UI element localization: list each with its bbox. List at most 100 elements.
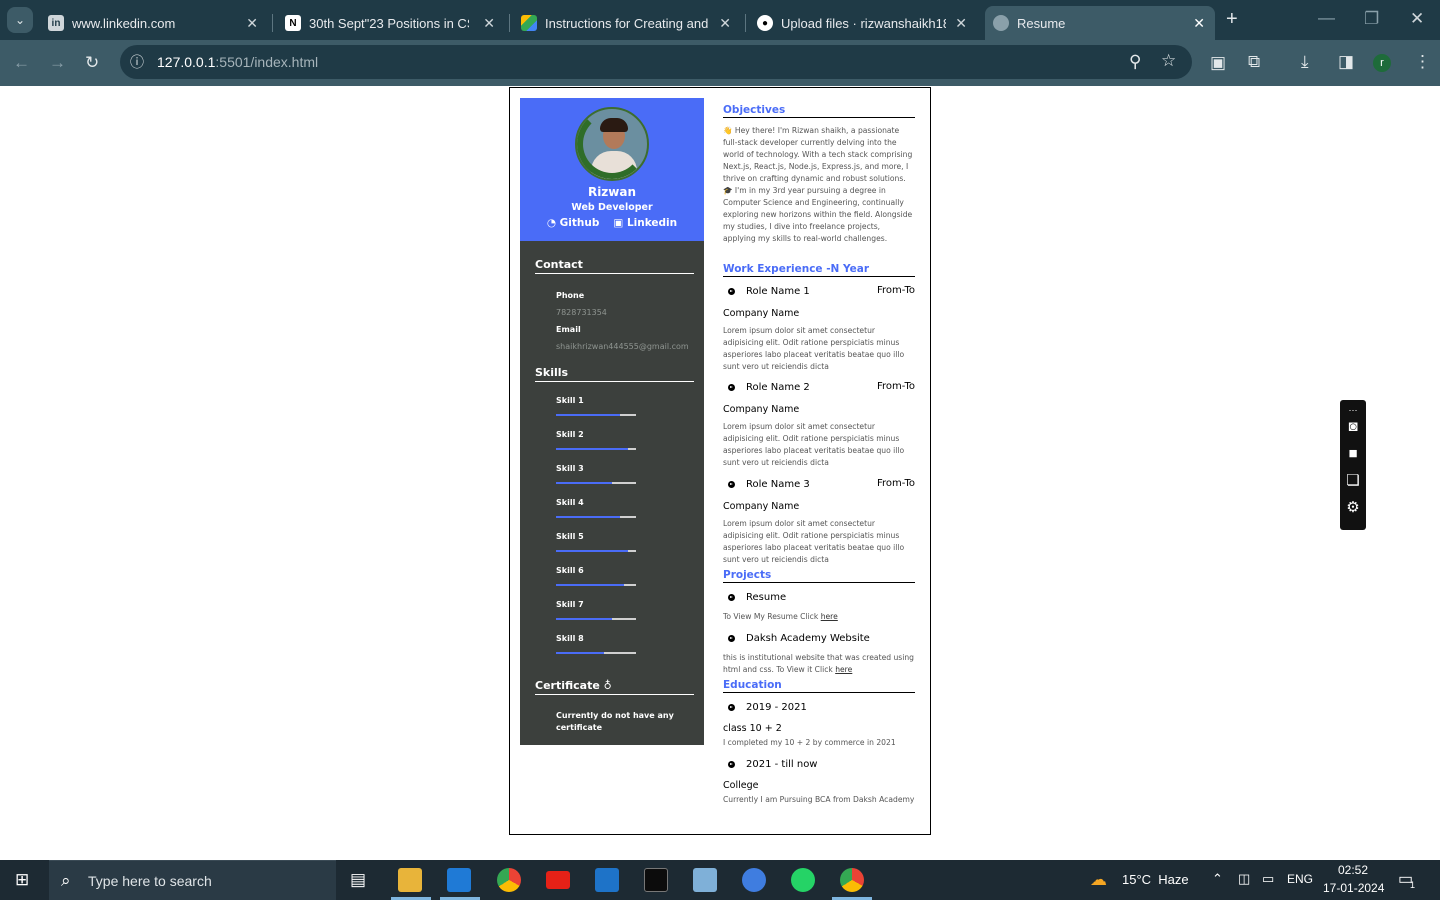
close-tab-icon[interactable]: ✕ [1193,15,1205,32]
github-icon: ◔ [546,217,557,229]
language-indicator[interactable]: ENG [1287,872,1313,886]
window-capture-icon[interactable]: ❏ [1343,471,1363,491]
forward-icon[interactable]: → [49,54,66,72]
education-years: 2019 - 2021 [746,702,807,713]
tab-search-button[interactable]: ⌄ [7,7,33,33]
notes-icon[interactable] [693,868,717,892]
bullet-icon [728,594,735,601]
file-explorer-icon[interactable] [398,868,422,892]
role-period: From-To [877,381,915,392]
browser-tab-strip: ⌄ in www.linkedin.com ✕ N 30th Sept"23 P… [0,0,1440,40]
company-name: Company Name [723,501,800,512]
clock-date[interactable]: 17-01-2024 [1323,881,1384,895]
tab-separator [745,14,746,32]
skill-name: Skill 7 [556,600,584,609]
chrome-profile-icon[interactable] [840,868,864,892]
education-title: College [723,780,759,791]
camera-icon[interactable]: ◙ [1343,417,1363,437]
meet-now-icon[interactable]: ◫ [1238,871,1250,887]
whatsapp-icon[interactable] [791,868,815,892]
role-name: Role Name 1 [746,286,810,297]
close-tab-icon[interactable]: ✕ [483,15,495,32]
github-link[interactable]: ◔ Github [547,217,600,229]
profile-links: ◔ Github ▣ Linkedin [520,217,704,229]
restore-icon[interactable]: ❐ [1364,10,1379,28]
screen-capture-widget: ⋯ ◙ ■ ❏ ⚙ [1340,400,1366,530]
tab-linkedin[interactable]: in www.linkedin.com ✕ [40,6,268,40]
chevron-up-icon[interactable]: ⌃ [1212,871,1223,887]
skill-item: Skill 1 [556,396,636,416]
windows-start-icon[interactable]: ⊞ [15,871,29,889]
tab-title: www.linkedin.com [72,15,176,31]
role-name: Role Name 3 [746,479,810,490]
tab-title: 30th Sept"23 Positions in CSS - [309,15,469,31]
zoom-icon[interactable]: ⚲ [1129,53,1141,71]
taskbar-search[interactable]: ⌕ Type here to search [49,860,336,900]
search-icon: ⌕ [61,871,71,890]
close-tab-icon[interactable]: ✕ [246,15,258,32]
skill-bar [556,550,636,552]
company-name: Company Name [723,404,800,415]
skill-item: Skill 5 [556,532,636,552]
close-window-icon[interactable]: ✕ [1410,10,1424,28]
app-icon[interactable] [742,868,766,892]
skills-heading: Skills [535,366,694,382]
google-drive-icon [521,15,537,31]
vscode-icon[interactable] [447,868,471,892]
new-tab-icon[interactable]: + [1226,9,1238,29]
education-years: 2021 - till now [746,759,818,770]
project-desc-text: To View My Resume Click [723,612,819,621]
skill-bar [556,618,636,620]
video-icon[interactable]: ■ [1343,444,1363,464]
skill-bar [556,652,636,654]
role-description: Lorem ipsum dolor sit amet consectetur a… [723,519,905,564]
clock-time[interactable]: 02:52 [1338,863,1368,877]
skill-name: Skill 8 [556,634,584,643]
close-tab-icon[interactable]: ✕ [955,15,967,32]
project-link[interactable]: here [835,665,852,674]
site-info-icon[interactable]: ⓘ [130,53,144,71]
close-tab-icon[interactable]: ✕ [719,15,731,32]
email-label: Email [556,325,581,334]
bookmark-star-icon[interactable]: ☆ [1161,52,1176,70]
tab-github-upload[interactable]: ● Upload files · rizwanshaikh183/ ✕ [749,6,977,40]
reload-icon[interactable]: ↻ [85,54,99,72]
store-icon[interactable] [595,868,619,892]
settings-gear-icon[interactable]: ⚙ [1343,498,1363,518]
chrome-icon[interactable] [497,868,521,892]
tab-instructions[interactable]: Instructions for Creating and Su ✕ [513,6,741,40]
back-icon[interactable]: ← [13,54,30,72]
weather-icon[interactable]: ☁ [1090,871,1107,889]
project-link[interactable]: here [821,612,838,621]
network-icon[interactable]: ▭ [1262,871,1274,887]
download-icon[interactable]: ⤓ [1301,53,1309,71]
url-host: 127.0.0.1 [157,54,216,70]
menu-icon[interactable]: ⋮ [1414,53,1431,71]
extensions-icon[interactable]: ⧉ [1248,53,1260,71]
certificate-heading-text: Certificate [535,679,600,692]
projects-heading: Projects [723,569,915,583]
task-view-icon[interactable]: ▤ [350,871,366,889]
minimize-icon[interactable]: — [1318,9,1335,27]
profile-avatar[interactable]: r [1373,54,1391,72]
tab-css-positions[interactable]: N 30th Sept"23 Positions in CSS - ✕ [277,6,505,40]
tab-resume[interactable]: Resume ✕ [985,6,1215,40]
resume-sidebar: Rizwan Web Developer ◔ Github ▣ Linkedin… [520,98,704,745]
role-period: From-To [877,478,915,489]
bullet-icon [728,761,735,768]
search-placeholder: Type here to search [88,873,212,889]
side-panel-icon[interactable]: ◨ [1338,53,1354,71]
notion-icon: N [285,15,301,31]
role-description: Lorem ipsum dolor sit amet consectetur a… [723,422,905,467]
weather-text[interactable]: 15°C Haze [1122,872,1189,887]
project-description: this is institutional website that was c… [723,652,915,676]
address-bar[interactable]: ⓘ 127.0.0.1:5501/index.html ⚲ ☆ [120,45,1192,79]
linkedin-link[interactable]: ▣ Linkedin [613,217,677,229]
youtube-icon[interactable] [546,871,570,889]
skill-bar [556,482,636,484]
terminal-icon[interactable] [644,868,668,892]
profile-role: Web Developer [571,202,653,213]
skill-bar-fill [556,550,628,552]
notification-count: 1 [1410,880,1416,890]
lens-extension-icon[interactable]: ▣ [1210,54,1226,72]
